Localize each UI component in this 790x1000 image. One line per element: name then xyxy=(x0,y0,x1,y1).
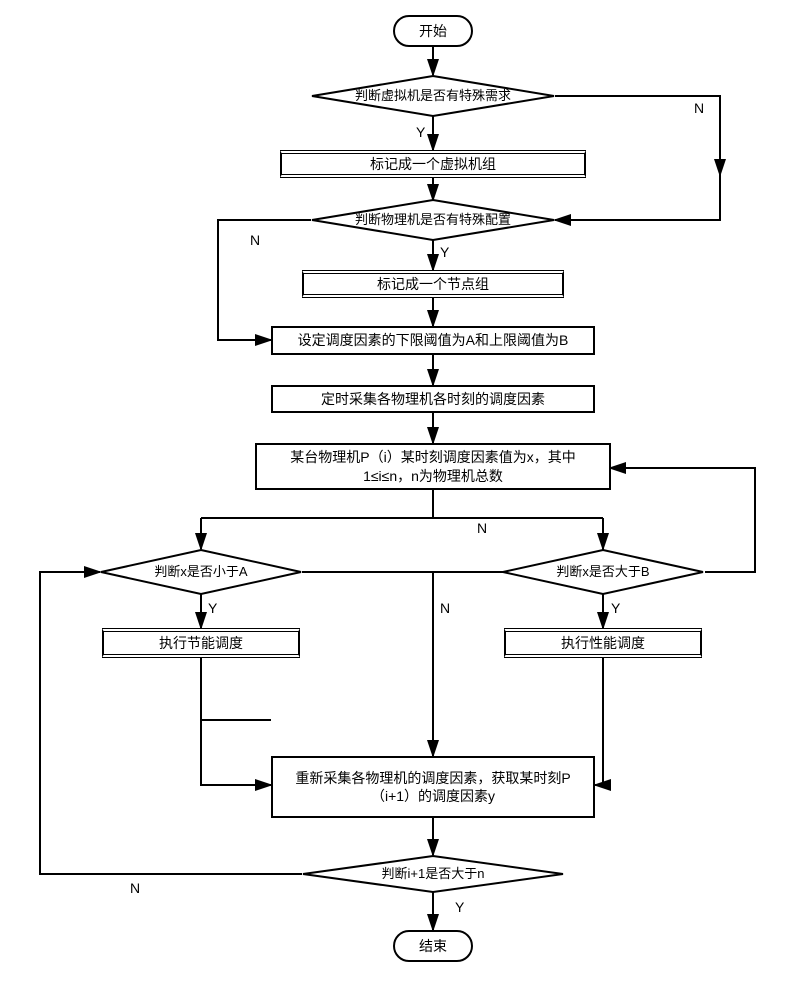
end-label: 结束 xyxy=(419,937,447,955)
p6-label: 执行节能调度 xyxy=(159,634,243,652)
p2-label: 标记成一个节点组 xyxy=(377,275,489,293)
process-p6: 执行节能调度 xyxy=(102,628,300,658)
d3-yes: Y xyxy=(208,600,217,616)
d1-no: N xyxy=(694,100,704,116)
d2-no: N xyxy=(250,232,260,248)
decision-d1 xyxy=(311,75,555,117)
p8-label: 重新采集各物理机的调度因素，获取某时刻P （i+1）的调度因素y xyxy=(295,769,570,805)
decision-d3 xyxy=(100,549,302,595)
start-label: 开始 xyxy=(419,22,447,40)
terminator-end: 结束 xyxy=(393,930,473,962)
p7-label: 执行性能调度 xyxy=(561,634,645,652)
d4-no: N xyxy=(440,600,450,616)
d3-no: N xyxy=(477,520,487,536)
process-p3: 设定调度因素的下限阈值为A和上限阈值为B xyxy=(271,326,595,355)
p4-label: 定时采集各物理机各时刻的调度因素 xyxy=(321,390,545,408)
terminator-start: 开始 xyxy=(393,15,473,47)
d4-yes: Y xyxy=(611,600,620,616)
decision-d2 xyxy=(311,199,555,241)
process-p5: 某台物理机P（i）某时刻调度因素值为x，其中 1≤i≤n，n为物理机总数 xyxy=(255,443,611,490)
d1-yes: Y xyxy=(416,124,425,140)
process-p1: 标记成一个虚拟机组 xyxy=(280,150,586,178)
p3-label: 设定调度因素的下限阈值为A和上限阈值为B xyxy=(298,331,569,349)
process-p4: 定时采集各物理机各时刻的调度因素 xyxy=(271,385,595,413)
p1-label: 标记成一个虚拟机组 xyxy=(370,155,496,173)
process-p8: 重新采集各物理机的调度因素，获取某时刻P （i+1）的调度因素y xyxy=(271,756,595,818)
decision-d4 xyxy=(502,549,704,595)
d5-yes: Y xyxy=(455,899,464,915)
d5-no: N xyxy=(130,880,140,896)
p5-label: 某台物理机P（i）某时刻调度因素值为x，其中 1≤i≤n，n为物理机总数 xyxy=(290,448,575,484)
process-p2: 标记成一个节点组 xyxy=(302,270,564,298)
d2-yes: Y xyxy=(440,244,449,260)
decision-d5 xyxy=(302,855,564,893)
process-p7: 执行性能调度 xyxy=(504,628,702,658)
